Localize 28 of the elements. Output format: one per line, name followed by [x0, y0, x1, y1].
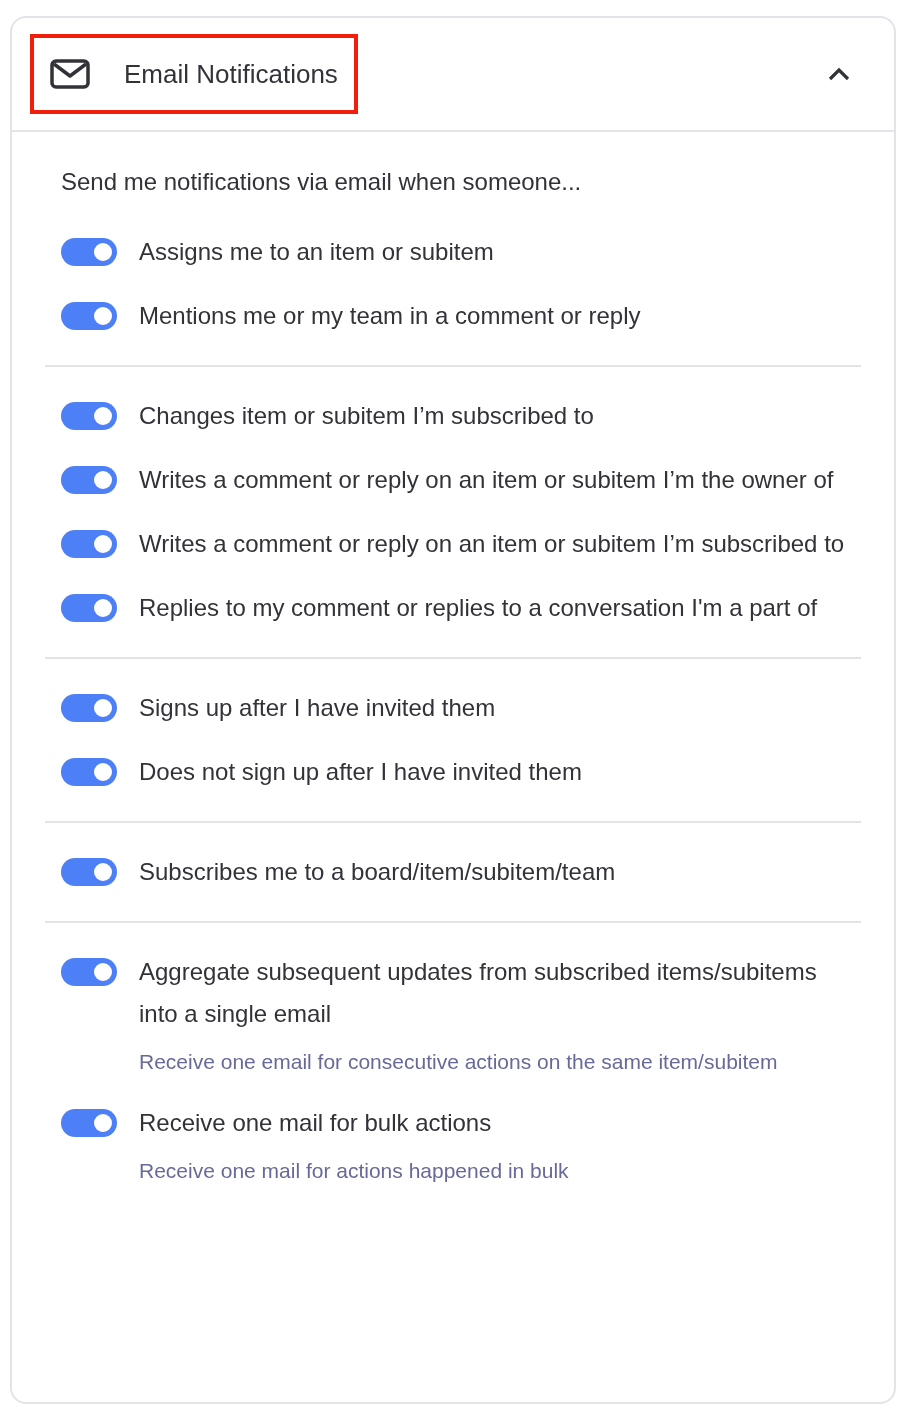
envelope-icon	[50, 59, 90, 89]
option-label: Mentions me or my team in a comment or reply	[139, 301, 641, 331]
toggle-switch[interactable]	[61, 858, 117, 886]
toggle-switch[interactable]	[61, 594, 117, 622]
option-label: Signs up after I have invited them	[139, 693, 496, 723]
toggle-switch[interactable]	[61, 302, 117, 330]
toggle-switch[interactable]	[61, 1109, 117, 1137]
chevron-up-icon[interactable]	[828, 67, 850, 81]
toggle-switch[interactable]	[61, 758, 117, 786]
toggle-switch[interactable]	[61, 466, 117, 494]
option-label: Subscribes me to a board/item/subitem/team	[139, 857, 616, 887]
option-label: Assigns me to an item or subitem	[139, 237, 494, 267]
option-label: Changes item or subitem I’m subscribed to	[139, 401, 594, 431]
option-label: Aggregate subsequent updates from subscribed items/subitems into a single email	[139, 957, 818, 1029]
toggle-switch[interactable]	[61, 694, 117, 722]
option-label: Writes a comment or reply on an item or subitem I’m subscribed to	[139, 529, 845, 559]
option-label: Replies to my comment or replies to a conversation I'm a part of	[139, 593, 818, 623]
option-description: Receive one mail for actions happened in bulk	[139, 1158, 569, 1184]
option-description: Receive one email for consecutive actions on the same item/subitem	[139, 1049, 779, 1075]
toggle-switch[interactable]	[61, 238, 117, 266]
toggle-switch[interactable]	[61, 402, 117, 430]
option-label: Does not sign up after I have invited them	[139, 757, 582, 787]
option-label: Receive one mail for bulk actions	[139, 1108, 493, 1138]
intro-text: Send me notifications via email when someone...	[61, 167, 583, 197]
option-label: Writes a comment or reply on an item or subitem I’m the owner of	[139, 465, 834, 495]
toggle-switch[interactable]	[61, 958, 117, 986]
toggle-switch[interactable]	[61, 530, 117, 558]
section-title: Email Notifications	[124, 58, 338, 90]
